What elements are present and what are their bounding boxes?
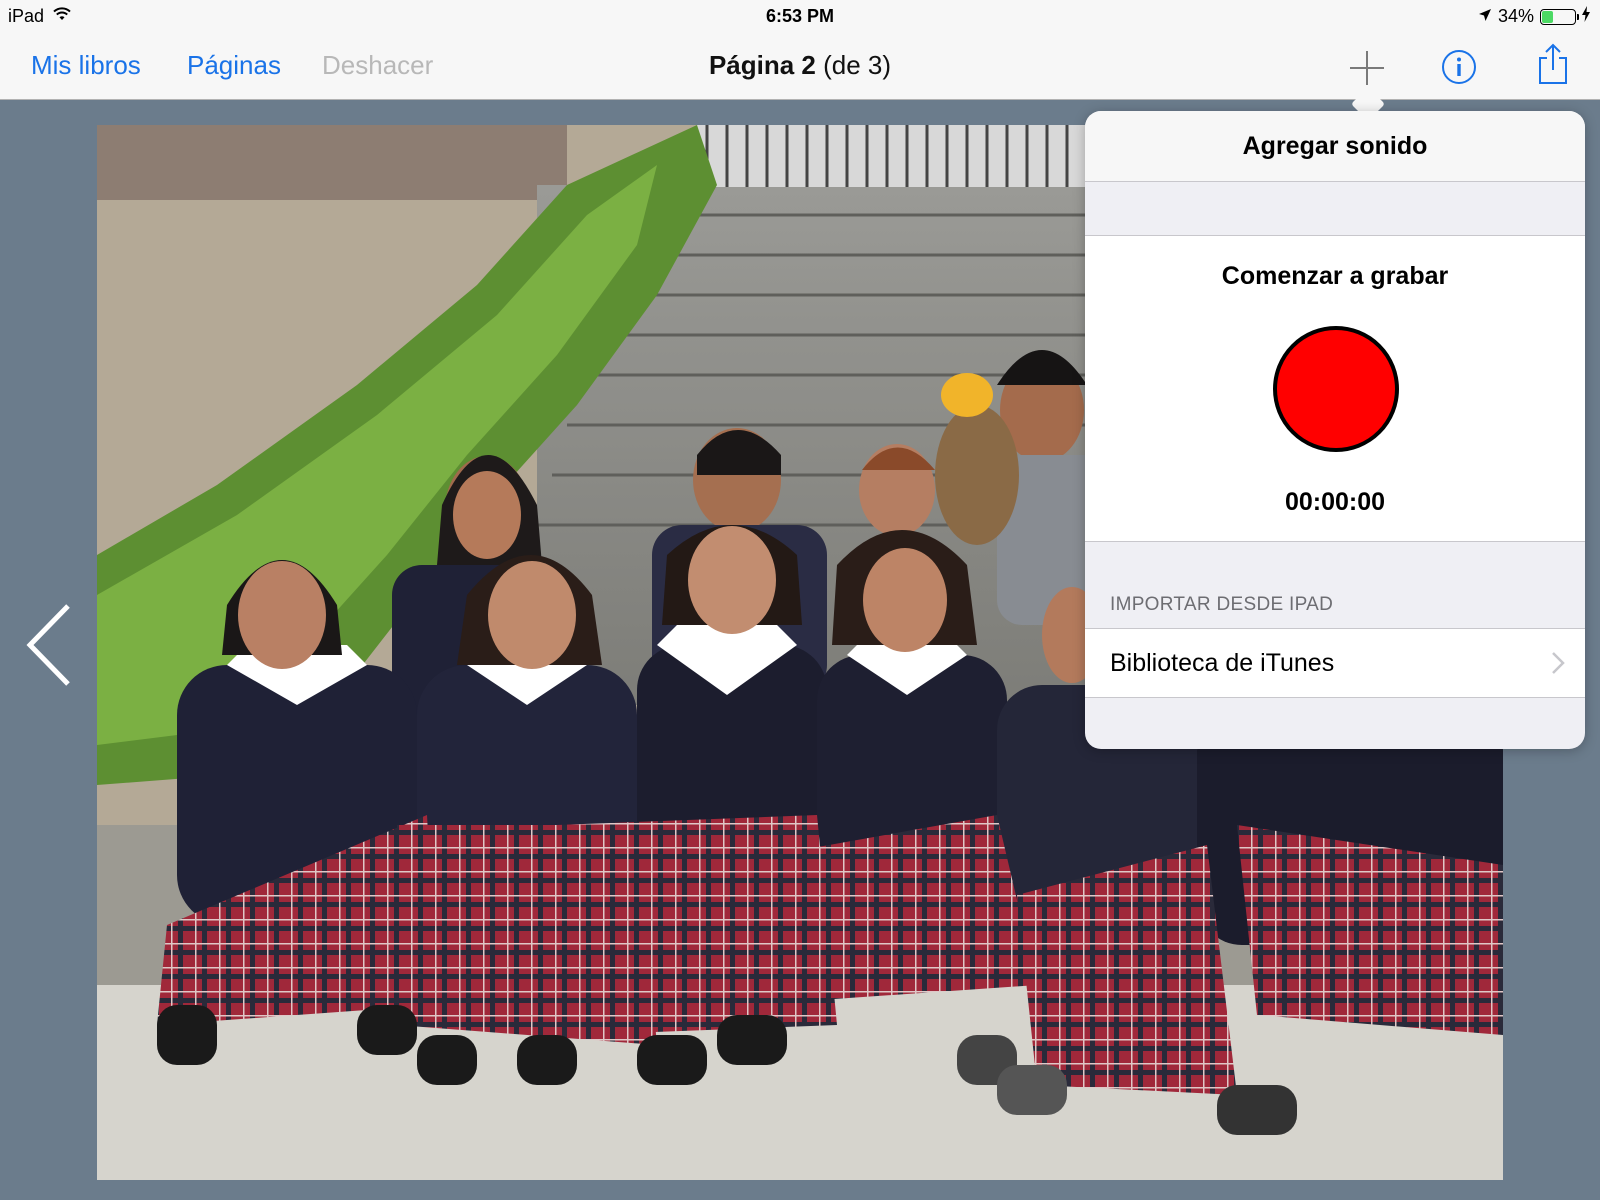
- import-section-label: IMPORTAR DESDE IPAD: [1110, 594, 1334, 615]
- wifi-icon: [52, 6, 72, 27]
- battery-level: [1542, 10, 1553, 23]
- add-sound-popover: Agregar sonido Comenzar a grabar 00:00:0…: [1085, 111, 1585, 749]
- add-icon[interactable]: [1348, 49, 1386, 92]
- status-bar: iPad 6:53 PM 34%: [0, 0, 1600, 34]
- page-title-total: (de 3): [815, 50, 892, 80]
- status-left: iPad: [8, 6, 72, 27]
- popover-title: Agregar sonido: [1085, 111, 1585, 182]
- record-section: Comenzar a grabar 00:00:00: [1085, 236, 1585, 542]
- pages-button[interactable]: Páginas: [187, 50, 281, 81]
- info-icon[interactable]: [1441, 49, 1477, 90]
- charging-icon: [1582, 6, 1590, 27]
- record-title: Comenzar a grabar: [1221, 262, 1449, 290]
- battery-cap: [1577, 13, 1579, 20]
- chevron-right-icon: [1551, 651, 1565, 680]
- my-books-button[interactable]: Mis libros: [31, 50, 141, 81]
- undo-button[interactable]: Deshacer: [322, 50, 433, 81]
- page-title-current: Página 2: [708, 50, 816, 80]
- status-time: 6:53 PM: [765, 6, 835, 26]
- record-button[interactable]: [1273, 326, 1399, 452]
- share-icon[interactable]: [1537, 42, 1569, 91]
- previous-page-chevron-icon[interactable]: [22, 600, 74, 695]
- record-timer: 00:00:00: [1284, 488, 1386, 516]
- import-section-header: IMPORTAR DESDE IPAD: [1085, 542, 1585, 628]
- device-name: iPad: [8, 6, 45, 26]
- itunes-library-label: Biblioteca de iTunes: [1110, 649, 1335, 677]
- battery-percent: 34%: [1497, 6, 1534, 26]
- location-arrow-icon: [1478, 6, 1492, 27]
- battery-icon: [1540, 8, 1579, 25]
- popover-spacer: [1085, 182, 1585, 236]
- status-right: 34%: [1478, 6, 1590, 27]
- nav-bar: Mis libros Páginas Deshacer Página 2 (de…: [0, 34, 1600, 100]
- itunes-library-row[interactable]: Biblioteca de iTunes: [1085, 628, 1585, 698]
